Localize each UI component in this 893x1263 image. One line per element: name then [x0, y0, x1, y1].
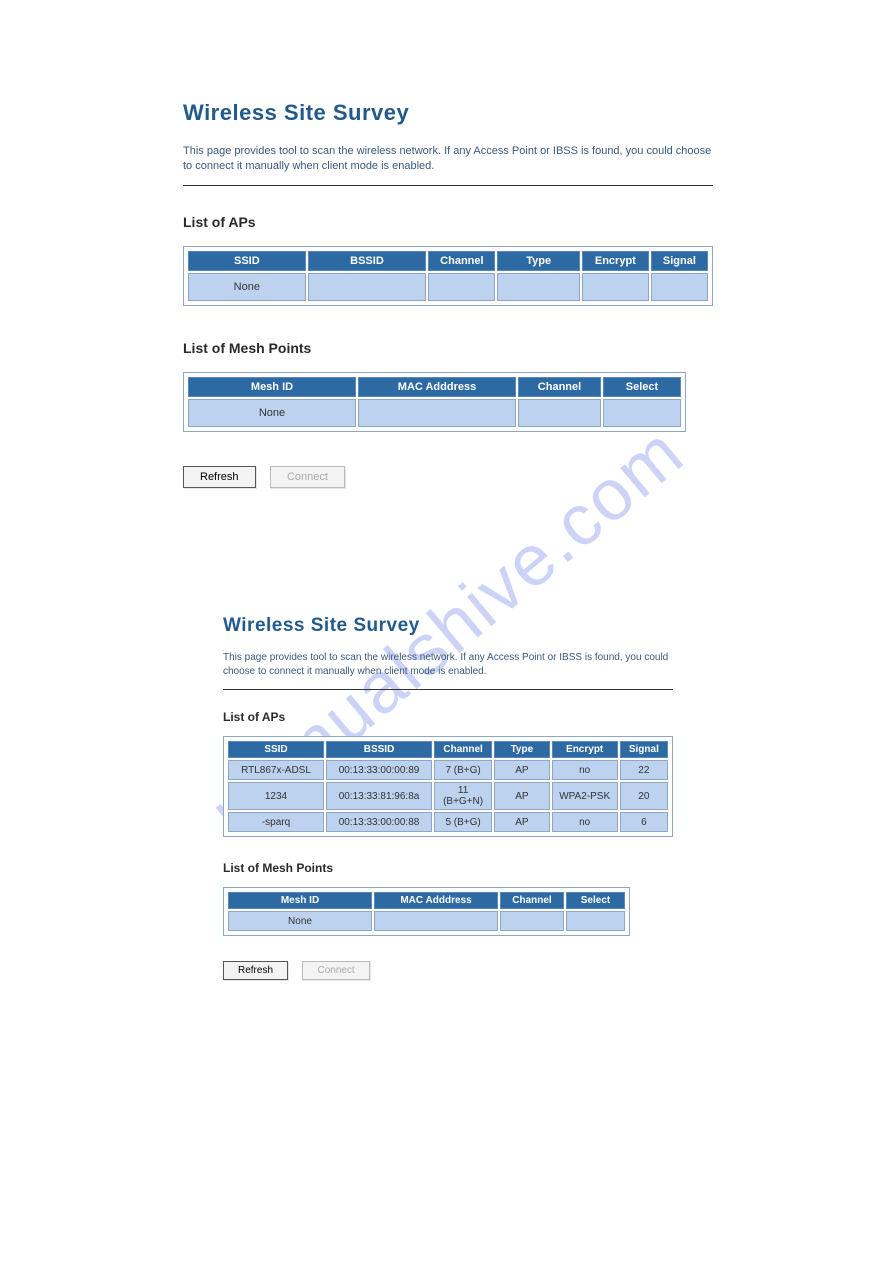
- cell-bssid: 00:13:33:81:96:8a: [326, 782, 432, 810]
- cell-empty: [603, 399, 681, 427]
- cell-empty: [428, 273, 495, 301]
- col-encrypt: Encrypt: [582, 251, 649, 271]
- cell-encrypt: WPA2-PSK: [552, 782, 618, 810]
- table-row: RTL867x-ADSL 00:13:33:00:00:89 7 (B+G) A…: [228, 760, 668, 780]
- refresh-button[interactable]: Refresh: [183, 466, 256, 488]
- page-description: This page provides tool to scan the wire…: [223, 651, 673, 679]
- table-header-row: Mesh ID MAC Adddress Channel Select: [188, 377, 681, 397]
- col-encrypt: Encrypt: [552, 741, 618, 758]
- connect-button[interactable]: Connect: [270, 466, 345, 488]
- button-row: Refresh Connect: [223, 960, 673, 980]
- page-title: Wireless Site Survey: [223, 615, 673, 637]
- table-row: None: [188, 273, 708, 301]
- page-title: Wireless Site Survey: [183, 100, 713, 126]
- cell-channel: 7 (B+G): [434, 760, 492, 780]
- col-ssid: SSID: [228, 741, 324, 758]
- col-channel: Channel: [500, 892, 564, 909]
- cell-ssid: 1234: [228, 782, 324, 810]
- page-description: This page provides tool to scan the wire…: [183, 144, 713, 175]
- cell-empty: [358, 399, 516, 427]
- col-bssid: BSSID: [326, 741, 432, 758]
- col-mac: MAC Adddress: [374, 892, 498, 909]
- table-row: 1234 00:13:33:81:96:8a 11 (B+G+N) AP WPA…: [228, 782, 668, 810]
- aps-section-title: List of APs: [223, 710, 673, 724]
- cell-empty: [374, 911, 498, 931]
- col-mac: MAC Adddress: [358, 377, 516, 397]
- cell-bssid: 00:13:33:00:00:88: [326, 812, 432, 832]
- table-header-row: SSID BSSID Channel Type Encrypt Signal: [228, 741, 668, 758]
- cell-signal: 6: [620, 812, 668, 832]
- col-channel: Channel: [518, 377, 601, 397]
- table-row: -sparq 00:13:33:00:00:88 5 (B+G) AP no 6: [228, 812, 668, 832]
- divider: [183, 185, 713, 186]
- table-header-row: Mesh ID MAC Adddress Channel Select: [228, 892, 625, 909]
- cell-empty: [518, 399, 601, 427]
- cell-none: None: [188, 273, 306, 301]
- col-signal: Signal: [651, 251, 708, 271]
- cell-channel: 5 (B+G): [434, 812, 492, 832]
- col-channel: Channel: [434, 741, 492, 758]
- cell-empty: [582, 273, 649, 301]
- table-row: None: [228, 911, 625, 931]
- mesh-section-title: List of Mesh Points: [223, 861, 673, 875]
- site-survey-panel-2: Wireless Site Survey This page provides …: [223, 615, 673, 980]
- divider: [223, 689, 673, 690]
- aps-table: SSID BSSID Channel Type Encrypt Signal R…: [223, 736, 673, 837]
- connect-button[interactable]: Connect: [302, 961, 369, 980]
- cell-encrypt: no: [552, 760, 618, 780]
- col-select: Select: [603, 377, 681, 397]
- col-signal: Signal: [620, 741, 668, 758]
- cell-ssid: -sparq: [228, 812, 324, 832]
- refresh-button[interactable]: Refresh: [223, 961, 288, 980]
- cell-bssid: 00:13:33:00:00:89: [326, 760, 432, 780]
- cell-type: AP: [494, 812, 549, 832]
- col-meshid: Mesh ID: [188, 377, 356, 397]
- cell-channel: 11 (B+G+N): [434, 782, 492, 810]
- col-type: Type: [497, 251, 579, 271]
- cell-signal: 20: [620, 782, 668, 810]
- cell-empty: [500, 911, 564, 931]
- mesh-table: Mesh ID MAC Adddress Channel Select None: [223, 887, 630, 936]
- cell-empty: [651, 273, 708, 301]
- mesh-section-title: List of Mesh Points: [183, 340, 713, 356]
- cell-ssid: RTL867x-ADSL: [228, 760, 324, 780]
- cell-type: AP: [494, 760, 549, 780]
- cell-signal: 22: [620, 760, 668, 780]
- cell-none: None: [188, 399, 356, 427]
- col-select: Select: [566, 892, 625, 909]
- mesh-table: Mesh ID MAC Adddress Channel Select None: [183, 372, 686, 432]
- col-type: Type: [494, 741, 549, 758]
- table-header-row: SSID BSSID Channel Type Encrypt Signal: [188, 251, 708, 271]
- button-row: Refresh Connect: [183, 466, 713, 488]
- col-bssid: BSSID: [308, 251, 427, 271]
- aps-section-title: List of APs: [183, 214, 713, 230]
- col-channel: Channel: [428, 251, 495, 271]
- col-ssid: SSID: [188, 251, 306, 271]
- cell-encrypt: no: [552, 812, 618, 832]
- cell-none: None: [228, 911, 372, 931]
- table-row: None: [188, 399, 681, 427]
- cell-type: AP: [494, 782, 549, 810]
- cell-empty: [566, 911, 625, 931]
- col-meshid: Mesh ID: [228, 892, 372, 909]
- cell-empty: [497, 273, 579, 301]
- aps-table: SSID BSSID Channel Type Encrypt Signal N…: [183, 246, 713, 306]
- cell-empty: [308, 273, 427, 301]
- site-survey-panel-1: Wireless Site Survey This page provides …: [183, 100, 713, 488]
